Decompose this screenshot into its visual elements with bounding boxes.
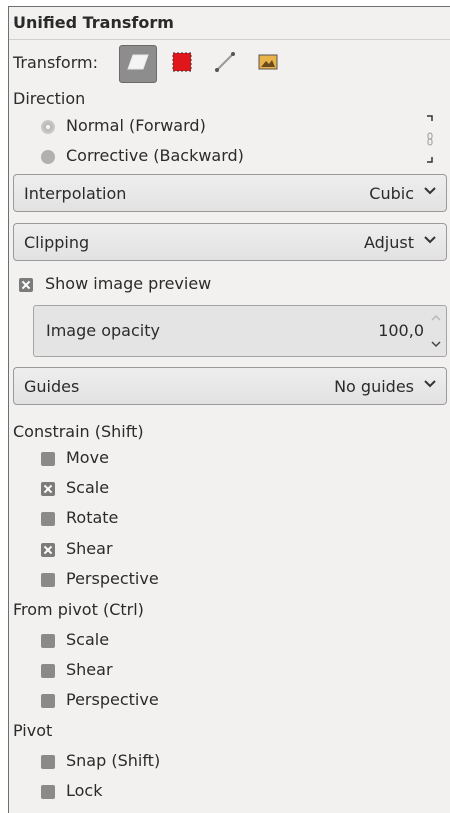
direction-label: Direction [13,89,86,108]
pivot-snap-checkbox[interactable] [41,755,55,769]
show-image-preview-checkbox[interactable] [19,278,33,292]
radio-corrective-backward-label[interactable]: Corrective (Backward) [66,146,244,165]
constrain-perspective-checkbox[interactable] [41,573,55,587]
constrain-scale-label[interactable]: Scale [66,478,109,497]
interpolation-label: Interpolation [24,184,127,203]
from-pivot-perspective-label[interactable]: Perspective [66,690,159,709]
pivot-snap-label[interactable]: Snap (Shift) [66,751,160,770]
constrain-shear-checkbox[interactable] [41,543,55,557]
from-pivot-perspective-checkbox[interactable] [41,694,55,708]
constrain-rotate-label[interactable]: Rotate [66,508,118,527]
transform-selection-button[interactable] [163,45,201,83]
chevron-down-icon [422,232,438,248]
clipping-combo[interactable]: Clipping Adjust [13,223,447,261]
guides-combo[interactable]: Guides No guides [13,367,447,405]
panel-title: Unified Transform [13,13,174,32]
clipping-value: Adjust [363,233,414,252]
transform-label: Transform: [13,53,98,72]
guides-value: No guides [334,377,414,396]
constrain-label: Constrain (Shift) [13,422,144,441]
image-opacity-spinbox[interactable]: Image opacity 100,0 [33,305,447,357]
from-pivot-shear-label[interactable]: Shear [66,660,113,679]
image-transform-icon [258,54,278,74]
constrain-rotate-checkbox[interactable] [41,512,55,526]
constrain-move-checkbox[interactable] [41,452,55,466]
pivot-lock-label[interactable]: Lock [66,781,102,800]
radio-corrective-backward[interactable] [41,150,55,164]
transform-image-button[interactable] [249,45,287,83]
image-opacity-label: Image opacity [46,321,160,340]
guides-label: Guides [24,377,80,396]
radio-normal-forward[interactable] [41,120,55,134]
spin-arrows-icon[interactable] [430,312,442,350]
title-divider [9,39,450,40]
from-pivot-label: From pivot (Ctrl) [13,600,144,619]
selection-transform-icon [172,52,192,76]
constrain-shear-label[interactable]: Shear [66,539,113,558]
image-opacity-value[interactable]: 100,0 [378,321,424,340]
path-transform-icon [214,51,236,77]
chevron-down-icon [422,376,438,392]
tool-options-panel: Unified Transform Transform: Direction N… [8,6,450,813]
radio-normal-forward-label[interactable]: Normal (Forward) [66,116,206,135]
chain-link-icon[interactable] [426,113,434,165]
layer-transform-icon [127,54,149,74]
from-pivot-scale-label[interactable]: Scale [66,630,109,649]
interpolation-combo[interactable]: Interpolation Cubic [13,174,447,212]
constrain-move-label[interactable]: Move [66,448,109,467]
constrain-perspective-label[interactable]: Perspective [66,569,159,588]
clipping-label: Clipping [24,233,90,252]
interpolation-value: Cubic [369,184,414,203]
chevron-down-icon [422,183,438,199]
pivot-lock-checkbox[interactable] [41,785,55,799]
transform-path-button[interactable] [206,45,244,83]
from-pivot-shear-checkbox[interactable] [41,664,55,678]
show-image-preview-label[interactable]: Show image preview [45,274,211,293]
pivot-label: Pivot [13,721,53,740]
constrain-scale-checkbox[interactable] [41,482,55,496]
from-pivot-scale-checkbox[interactable] [41,634,55,648]
transform-layer-button[interactable] [119,45,157,83]
